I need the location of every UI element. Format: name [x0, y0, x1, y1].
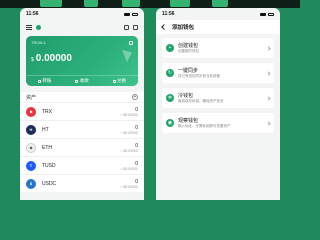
card-actions: 转账 收款 兑换	[26, 75, 138, 86]
balance-currency: $	[31, 57, 34, 63]
option-sync-wallet[interactable]: ↻ 一键同步 将已有钱包同步到当前设备	[162, 63, 274, 83]
banner-glyph	[40, 0, 62, 7]
status-bar: 11:56	[156, 8, 280, 20]
wallet-status-icon	[36, 24, 41, 30]
asset-row-ht[interactable]: H HT 0 ≈ $0.00000	[20, 120, 144, 138]
transfer-button[interactable]: 转账	[37, 78, 51, 84]
sync-icon: ↻	[166, 69, 174, 77]
watch-wallet-icon: ◉	[166, 119, 174, 127]
battery-icon	[268, 12, 274, 16]
status-time: 11:56	[162, 11, 175, 17]
wallet-home-screen: 11:56 TRON-1 $ 0.00000 转账 收款 兑换 资产 + ◆ T…	[20, 8, 144, 200]
asset-list: ◆ TRX 0 ≈ $0.00000 H HT 0 ≈ $0.00000 ◆ E…	[20, 102, 144, 192]
exchange-button[interactable]: 兑换	[112, 78, 126, 84]
banner-glyph	[122, 0, 140, 7]
status-time: 11:56	[26, 11, 39, 17]
eth-icon: ◆	[26, 142, 36, 153]
banner-glyph	[170, 0, 190, 7]
page-title: 添加钱包	[172, 25, 195, 31]
assets-header: 资产 +	[20, 92, 144, 102]
asset-row-trx[interactable]: ◆ TRX 0 ≈ $0.00000	[20, 102, 144, 120]
balance-card[interactable]: TRON-1 $ 0.00000 转账 收款 兑换	[26, 36, 138, 86]
asset-row-eth[interactable]: ◆ ETH 0 ≈ $0.00000	[20, 138, 144, 156]
cold-wallet-icon: ❄	[166, 94, 174, 102]
signal-icon	[260, 12, 266, 16]
balance-amount: 0.00000	[35, 53, 72, 64]
receive-icon	[75, 79, 79, 83]
wallet-header	[20, 20, 144, 34]
create-wallet-icon: +	[166, 44, 174, 52]
back-icon[interactable]	[161, 24, 167, 30]
add-asset-icon[interactable]: +	[132, 94, 138, 100]
chevron-right-icon	[266, 70, 271, 76]
asset-row-tusd[interactable]: T TUSD 0 ≈ $0.00000	[20, 156, 144, 174]
signal-icon	[124, 12, 130, 16]
battery-icon	[132, 12, 138, 16]
wallet-option-list: + 创建钱包 创建新的钱包 ↻ 一键同步 将已有钱包同步到当前设备 ❄ 冷钱包 …	[156, 34, 280, 142]
top-banner-strip	[0, 0, 300, 8]
chevron-right-icon	[266, 45, 271, 51]
assets-title: 资产	[26, 94, 37, 101]
option-watch-wallet[interactable]: ◉ 观察钱包 输入地址，无需私钥即可查看资产	[162, 113, 274, 133]
asset-row-usdc[interactable]: $ USDC 0 ≈ $0.00000	[20, 174, 144, 192]
add-wallet-screen: 11:56 添加钱包 + 创建钱包 创建新的钱包 ↻ 一键同步 将已有钱包同步到…	[156, 8, 280, 200]
menu-icon[interactable]	[26, 24, 32, 30]
trx-icon: ◆	[26, 106, 36, 117]
scan-icon[interactable]	[124, 24, 129, 30]
transfer-icon	[37, 79, 41, 83]
chevron-right-icon	[266, 95, 271, 101]
banner-glyph	[84, 0, 98, 7]
page-header: 添加钱包	[156, 20, 280, 34]
add-wallet-icon[interactable]	[133, 24, 138, 30]
option-cold-wallet[interactable]: ❄ 冷钱包 离线保存私钥，确保资产安全	[162, 88, 274, 108]
wallet-name: TRON-1	[31, 40, 46, 45]
option-create-wallet[interactable]: + 创建钱包 创建新的钱包	[162, 38, 274, 58]
tusd-icon: T	[26, 160, 36, 171]
usdc-icon: $	[26, 178, 36, 189]
chevron-right-icon	[266, 120, 271, 126]
copy-icon[interactable]	[129, 40, 133, 45]
status-bar: 11:56	[20, 8, 144, 20]
exchange-icon	[112, 79, 116, 83]
banner-glyph	[212, 0, 228, 7]
receive-button[interactable]: 收款	[75, 78, 89, 84]
ht-icon: H	[26, 124, 36, 135]
